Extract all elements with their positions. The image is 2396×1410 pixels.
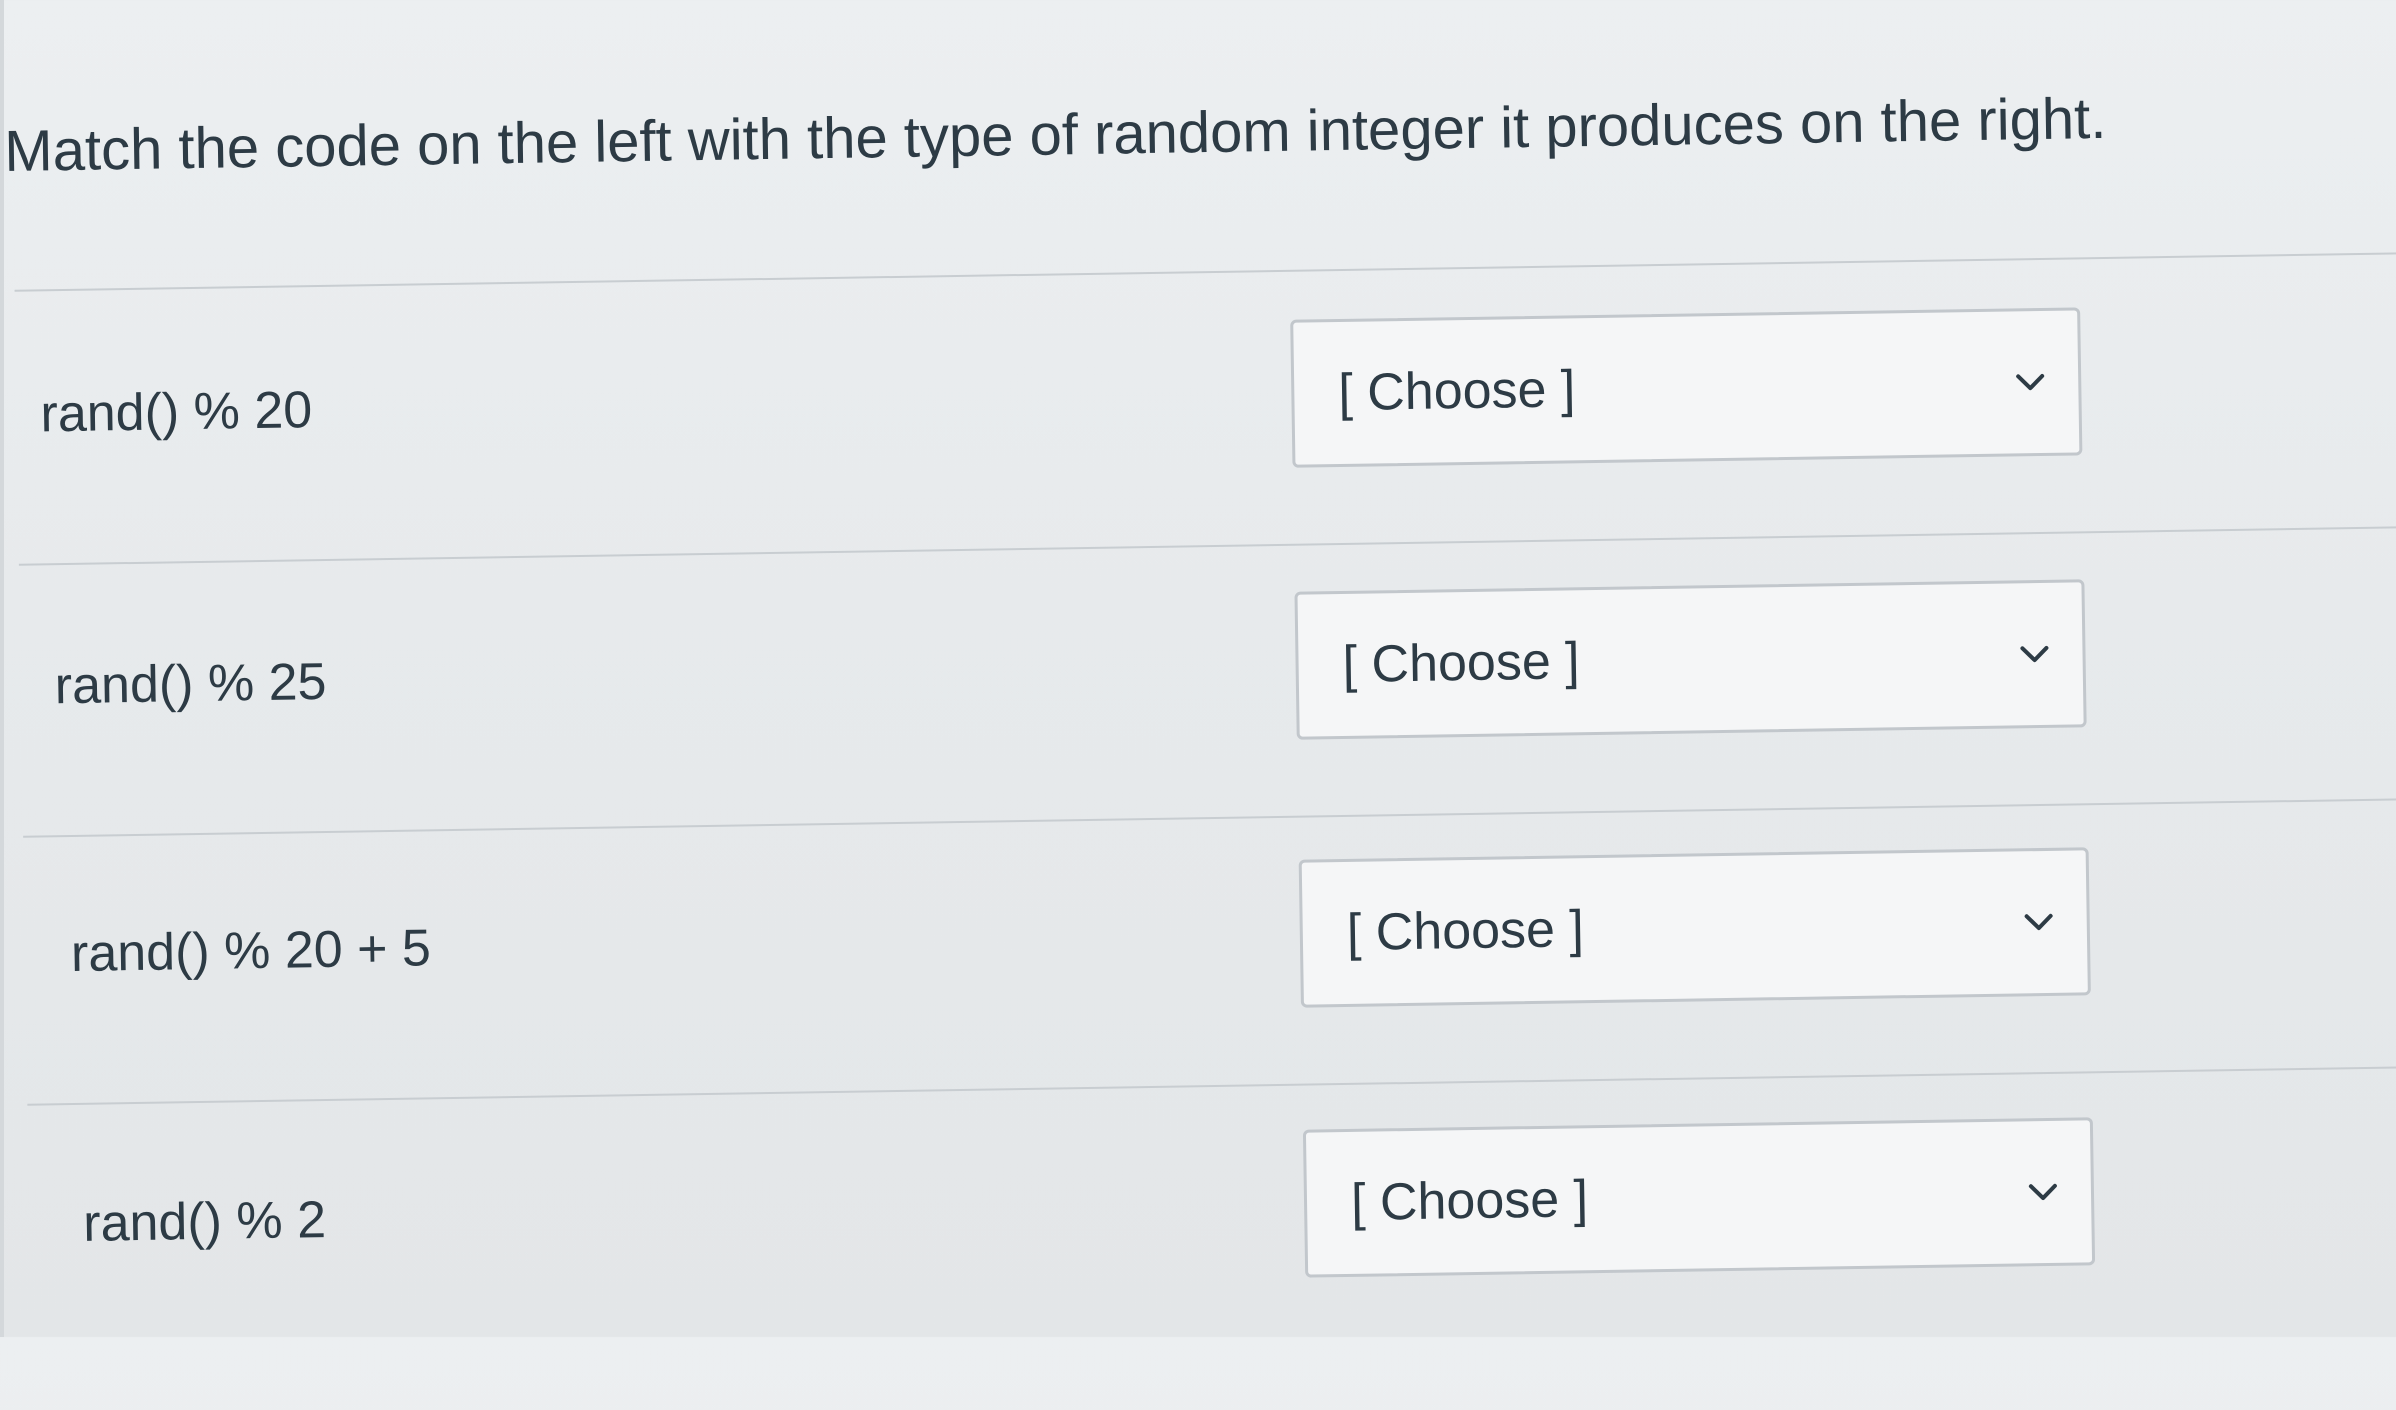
select-value: [ Choose ]: [1337, 360, 1576, 423]
match-row-3: rand() % 20 + 5 [ Choose ]: [14, 842, 2396, 1140]
match-row-2: rand() % 25 [ Choose ]: [10, 574, 2396, 872]
answer-select-3[interactable]: [ Choose ]: [1298, 847, 2091, 1008]
match-prompt: rand() % 2: [82, 1191, 327, 1253]
answer-select-2[interactable]: [ Choose ]: [1294, 579, 2087, 740]
match-row-4: rand() % 2 [ Choose ]: [18, 1112, 2396, 1410]
question-text: Match the code on the left with the type…: [3, 85, 2107, 184]
answer-select-1[interactable]: [ Choose ]: [1290, 307, 2083, 468]
select-value: [ Choose ]: [1346, 900, 1585, 962]
quiz-question: Match the code on the left with the type…: [0, 0, 2396, 1337]
select-value: [ Choose ]: [1342, 632, 1581, 694]
match-prompt: rand() % 25: [54, 652, 327, 716]
chevron-down-icon: [2028, 1183, 2057, 1201]
divider: [14, 252, 2396, 292]
match-row-1: rand() % 20 [ Choose ]: [5, 302, 2396, 600]
answer-select-4[interactable]: [ Choose ]: [1302, 1117, 2096, 1278]
chevron-down-icon: [2020, 645, 2049, 663]
match-prompt: rand() % 20: [40, 381, 313, 444]
match-prompt: rand() % 20 + 5: [70, 919, 432, 983]
select-value: [ Choose ]: [1350, 1170, 1589, 1232]
chevron-down-icon: [2024, 913, 2053, 931]
chevron-down-icon: [2016, 373, 2045, 391]
